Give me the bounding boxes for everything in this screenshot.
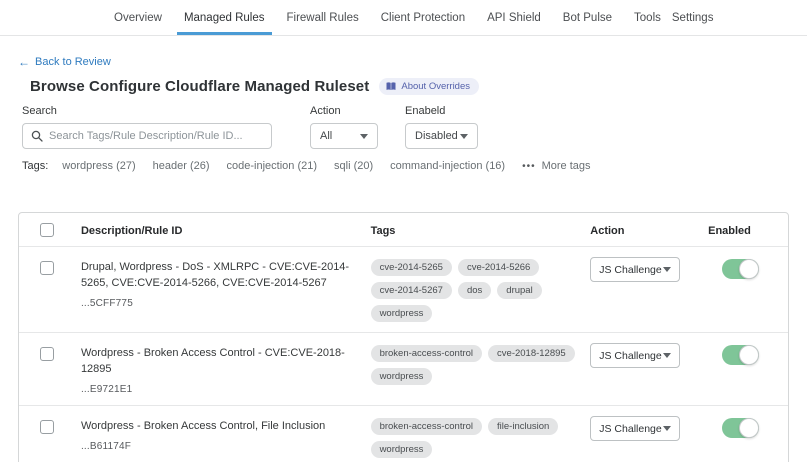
tags-bar-items: wordpress (27) header (26) code-injection …: [62, 160, 522, 172]
rule-description: Wordpress - Broken Access Control, File …: [81, 418, 357, 434]
action-filter-value: All: [320, 130, 332, 142]
rules-table: Description/Rule ID Tags Action Enabled …: [18, 212, 789, 462]
tag-filter-item[interactable]: header (26): [153, 160, 210, 172]
chevron-down-icon: [663, 426, 671, 431]
nav-tabs: OverviewManaged RulesFirewall RulesClien…: [103, 0, 672, 35]
chevron-down-icon: [460, 134, 468, 139]
nav-tab-api-shield[interactable]: API Shield: [476, 0, 552, 35]
action-filter-label: Action: [310, 105, 378, 117]
enabled-toggle[interactable]: [722, 259, 759, 279]
table-row: Drupal, Wordpress - DoS - XMLRPC - CVE:C…: [19, 247, 788, 333]
tag-pill: cve-2014-5267: [371, 282, 452, 299]
rule-action-value: JS Challenge: [599, 423, 661, 435]
rule-tags: broken-access-control cve-2018-12895 wordp…: [371, 345, 581, 385]
rule-action-select[interactable]: JS Challenge: [590, 416, 680, 441]
select-all-checkbox[interactable]: [40, 223, 54, 237]
toggle-knob: [739, 418, 759, 438]
enabled-toggle[interactable]: [722, 345, 759, 365]
chevron-down-icon: [663, 267, 671, 272]
book-icon: [386, 82, 396, 91]
tag-filter-item[interactable]: sqli (20): [334, 160, 373, 172]
rule-tags: cve-2014-5265 cve-2014-5266 cve-2014-5267 d…: [371, 259, 581, 322]
enabled-filter-select[interactable]: Disabled: [405, 123, 478, 149]
enabled-toggle[interactable]: [722, 418, 759, 438]
nav-tab-overview[interactable]: Overview: [103, 0, 173, 35]
rule-action-value: JS Challenge: [599, 264, 661, 276]
top-navigation: OverviewManaged RulesFirewall RulesClien…: [0, 0, 807, 36]
ellipsis-icon: •••: [522, 161, 536, 172]
rule-description: Drupal, Wordpress - DoS - XMLRPC - CVE:C…: [81, 259, 357, 291]
col-header-description: Description/Rule ID: [81, 225, 182, 237]
row-checkbox[interactable]: [40, 261, 54, 275]
tag-pill: broken-access-control: [371, 345, 482, 362]
tags-bar-label: Tags:: [22, 160, 48, 172]
rule-action-value: JS Challenge: [599, 350, 661, 362]
nav-tab-firewall-rules[interactable]: Firewall Rules: [276, 0, 370, 35]
col-header-tags: Tags: [371, 225, 396, 237]
table-header-row: Description/Rule ID Tags Action Enabled: [19, 213, 788, 247]
badge-label: About Overrides: [401, 81, 470, 92]
page-title: Browse Configure Cloudflare Managed Rule…: [30, 78, 369, 95]
tags-bar: Tags: wordpress (27) header (26) code-inje…: [22, 160, 591, 172]
tag-pill: wordpress: [371, 368, 433, 385]
tag-pill: wordpress: [371, 305, 433, 322]
about-overrides-badge[interactable]: About Overrides: [379, 78, 479, 95]
tab-settings[interactable]: Settings: [672, 0, 714, 35]
enabled-filter-label: Enabeld: [405, 105, 478, 117]
rule-id: ...E9721E1: [81, 384, 357, 395]
back-to-review-link[interactable]: ← Back to Review: [18, 55, 111, 69]
row-checkbox[interactable]: [40, 420, 54, 434]
nav-tab-tools[interactable]: Tools: [623, 0, 672, 35]
tag-pill: broken-access-control: [371, 418, 482, 435]
back-arrow-icon: ←: [18, 55, 30, 69]
nav-tab-bot-pulse[interactable]: Bot Pulse: [552, 0, 623, 35]
managed-ruleset-page: OverviewManaged RulesFirewall RulesClien…: [0, 0, 807, 462]
search-box: [22, 123, 272, 149]
row-checkbox[interactable]: [40, 347, 54, 361]
rule-id: ...5CFF775: [81, 298, 357, 309]
tag-filter-item[interactable]: wordpress (27): [62, 160, 135, 172]
nav-tab-client-protection[interactable]: Client Protection: [370, 0, 476, 35]
search-label: Search: [22, 105, 272, 117]
chevron-down-icon: [663, 353, 671, 358]
tag-filter-item[interactable]: command-injection (16): [390, 160, 505, 172]
toggle-knob: [739, 345, 759, 365]
rule-tags: broken-access-control file-inclusion wordp…: [371, 418, 581, 458]
action-filter-select[interactable]: All: [310, 123, 378, 149]
rule-action-select[interactable]: JS Challenge: [590, 343, 680, 368]
col-header-enabled: Enabled: [708, 225, 751, 237]
more-tags-button[interactable]: ••• More tags: [522, 160, 590, 172]
tag-pill: drupal: [497, 282, 541, 299]
search-input[interactable]: [49, 130, 263, 142]
enabled-filter-value: Disabled: [415, 130, 458, 142]
tag-pill: cve-2018-12895: [488, 345, 575, 362]
more-tags-label: More tags: [542, 160, 591, 172]
table-body: Drupal, Wordpress - DoS - XMLRPC - CVE:C…: [19, 247, 788, 462]
back-link-label: Back to Review: [35, 56, 111, 68]
toggle-knob: [739, 259, 759, 279]
tag-pill: wordpress: [371, 441, 433, 458]
chevron-down-icon: [360, 134, 368, 139]
table-row: Wordpress - Broken Access Control, File …: [19, 406, 788, 462]
col-header-action: Action: [590, 225, 624, 237]
tag-pill: cve-2014-5266: [458, 259, 539, 276]
search-icon: [31, 130, 43, 142]
tag-pill: file-inclusion: [488, 418, 558, 435]
tag-filter-item[interactable]: code-injection (21): [227, 160, 318, 172]
tag-pill: dos: [458, 282, 491, 299]
rule-action-select[interactable]: JS Challenge: [590, 257, 680, 282]
table-row: Wordpress - Broken Access Control - CVE:…: [19, 333, 788, 406]
rule-description: Wordpress - Broken Access Control - CVE:…: [81, 345, 357, 377]
rule-id: ...B61174F: [81, 441, 357, 452]
nav-tab-managed-rules[interactable]: Managed Rules: [173, 0, 276, 35]
tag-pill: cve-2014-5265: [371, 259, 452, 276]
